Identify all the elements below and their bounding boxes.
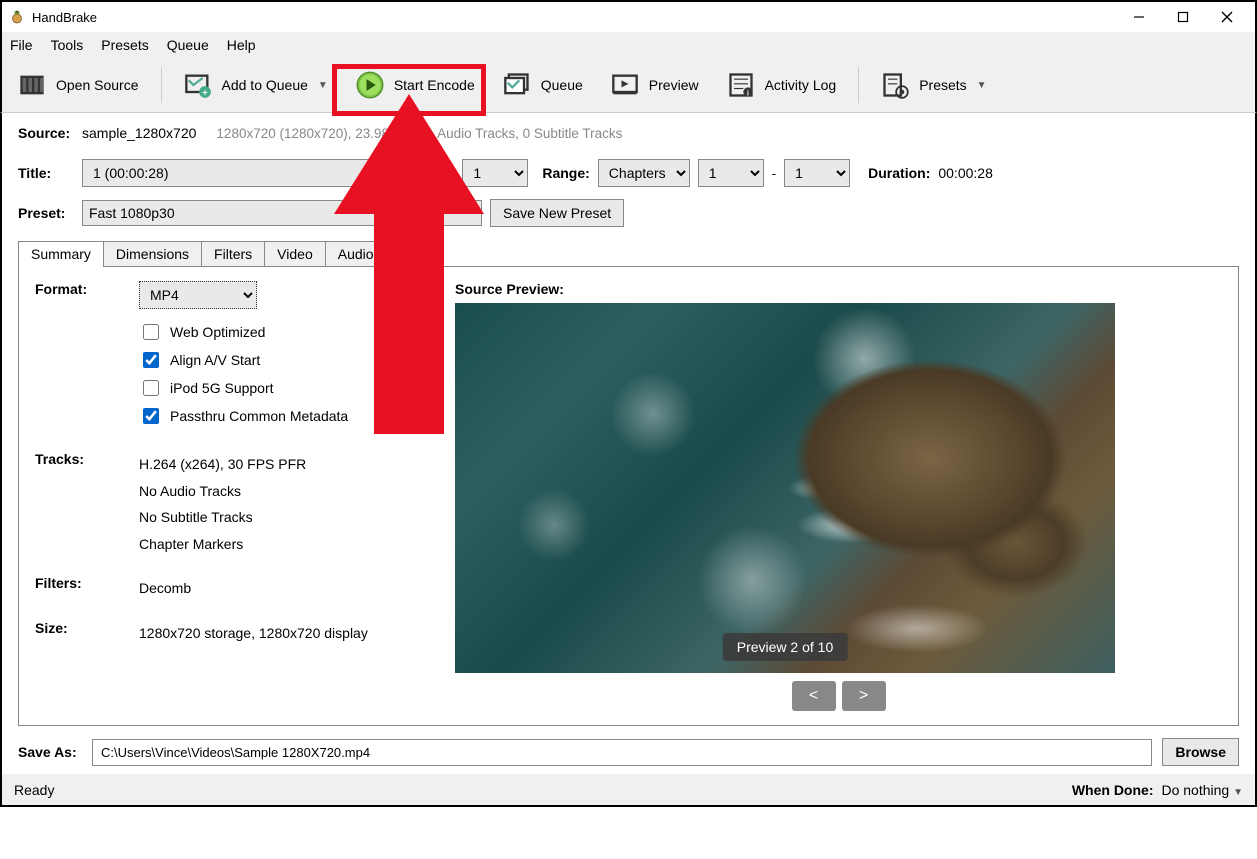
save-as-input[interactable] — [92, 739, 1152, 766]
preview-icon — [611, 71, 639, 99]
range-dash: - — [772, 166, 776, 181]
activity-log-label: Activity Log — [765, 77, 837, 93]
queue-button[interactable]: Queue — [495, 67, 591, 103]
menu-tools[interactable]: Tools — [51, 37, 84, 53]
tracks-audio: No Audio Tracks — [139, 478, 306, 505]
preset-select[interactable]: Fast 1080p30 — [82, 200, 482, 226]
play-icon — [356, 71, 384, 99]
status-bar: Ready When Done: Do nothing ▼ — [0, 774, 1257, 807]
tracks-subtitle: No Subtitle Tracks — [139, 504, 306, 531]
start-encode-label: Start Encode — [394, 77, 475, 93]
add-to-queue-button[interactable]: + Add to Queue ▼ — [176, 67, 336, 103]
preset-row: Preset: Fast 1080p30 Save New Preset — [18, 199, 1239, 227]
presets-button[interactable]: Presets ▼ — [873, 67, 994, 103]
tab-audio[interactable]: Audio — [325, 241, 387, 266]
svg-text:+: + — [202, 88, 208, 98]
when-done-label: When Done: — [1072, 782, 1154, 798]
ipod-checkbox[interactable]: iPod 5G Support — [139, 377, 348, 399]
source-label: Source: — [18, 125, 74, 141]
preview-button[interactable]: Preview — [603, 67, 707, 103]
save-as-row: Save As: Browse — [18, 738, 1239, 766]
tracks-chapter: Chapter Markers — [139, 531, 306, 558]
open-source-button[interactable]: Open Source — [10, 67, 147, 103]
filters-label: Filters: — [35, 575, 139, 591]
range-type-select[interactable]: Chapters — [598, 159, 690, 187]
app-icon — [8, 8, 26, 26]
menu-queue[interactable]: Queue — [167, 37, 209, 53]
film-icon — [18, 71, 46, 99]
menu-presets[interactable]: Presets — [101, 37, 148, 53]
range-label: Range: — [542, 165, 589, 181]
preview-next-button[interactable]: > — [842, 681, 886, 711]
tab-summary[interactable]: Summary — [18, 241, 104, 266]
menu-help[interactable]: Help — [227, 37, 256, 53]
save-preset-button[interactable]: Save New Preset — [490, 199, 624, 227]
preview-badge: Preview 2 of 10 — [723, 633, 848, 661]
minimize-button[interactable] — [1117, 3, 1161, 31]
start-encode-button[interactable]: Start Encode — [348, 67, 483, 103]
title-bar: HandBrake — [0, 0, 1257, 32]
tabs: Summary Dimensions Filters Video Audio — [18, 241, 1239, 267]
tracks-label: Tracks: — [35, 451, 139, 467]
duration-value: 00:00:28 — [938, 165, 993, 181]
format-label: Format: — [35, 281, 139, 297]
preset-value: Fast 1080p30 — [89, 205, 175, 221]
angle-label: le: — [438, 165, 454, 181]
menu-bar: File Tools Presets Queue Help — [0, 32, 1257, 58]
passthru-checkbox[interactable]: Passthru Common Metadata — [139, 405, 348, 427]
title-label: Title: — [18, 165, 74, 181]
preview-image: Preview 2 of 10 — [455, 303, 1115, 673]
title-row: Title: 1 (00:00:28) le: 1 Range: Chapter… — [18, 159, 1239, 187]
range-from-select[interactable]: 1 — [698, 159, 764, 187]
preview-label: Preview — [649, 77, 699, 93]
log-icon: i — [727, 71, 755, 99]
dropdown-icon: ▼ — [318, 80, 328, 91]
align-av-checkbox[interactable]: Align A/V Start — [139, 349, 348, 371]
tab-dimensions[interactable]: Dimensions — [103, 241, 202, 266]
web-optimized-checkbox[interactable]: Web Optimized — [139, 321, 348, 343]
toolbar-separator — [161, 67, 162, 103]
dropdown-icon: ▼ — [1233, 787, 1243, 798]
source-row: Source: sample_1280x720 1280x720 (1280x7… — [18, 125, 1239, 141]
preview-label: Source Preview: — [455, 281, 1222, 297]
dropdown-icon: ▼ — [977, 80, 987, 91]
source-info: 1280x720 (1280x720), 23.98 FPS, 1 Audio … — [216, 126, 622, 141]
presets-icon — [881, 71, 909, 99]
range-to-select[interactable]: 1 — [784, 159, 850, 187]
angle-select[interactable]: 1 — [462, 159, 528, 187]
preview-prev-button[interactable]: < — [792, 681, 836, 711]
source-name: sample_1280x720 — [82, 125, 196, 141]
duration-label: Duration: — [868, 165, 930, 181]
toolbar: Open Source + Add to Queue ▼ Start Encod… — [0, 58, 1257, 113]
menu-file[interactable]: File — [10, 37, 33, 53]
when-done-select[interactable]: Do nothing ▼ — [1161, 782, 1243, 798]
queue-icon — [503, 71, 531, 99]
preset-label: Preset: — [18, 205, 74, 221]
filters-value: Decomb — [139, 575, 191, 602]
presets-label: Presets — [919, 77, 966, 93]
size-value: 1280x720 storage, 1280x720 display — [139, 620, 368, 647]
activity-log-button[interactable]: i Activity Log — [719, 67, 845, 103]
open-source-label: Open Source — [56, 77, 139, 93]
close-button[interactable] — [1205, 3, 1249, 31]
svg-text:i: i — [747, 91, 749, 98]
format-select[interactable]: MP4 — [139, 281, 257, 309]
save-as-label: Save As: — [18, 744, 82, 760]
toolbar-separator — [858, 67, 859, 103]
window-title: HandBrake — [32, 10, 97, 25]
tab-video[interactable]: Video — [264, 241, 326, 266]
add-queue-icon: + — [184, 71, 212, 99]
size-label: Size: — [35, 620, 139, 636]
browse-button[interactable]: Browse — [1162, 738, 1239, 766]
status-text: Ready — [14, 782, 54, 798]
maximize-button[interactable] — [1161, 3, 1205, 31]
tab-filters[interactable]: Filters — [201, 241, 265, 266]
tracks-video: H.264 (x264), 30 FPS PFR — [139, 451, 306, 478]
queue-label: Queue — [541, 77, 583, 93]
tab-panel: Format: MP4 Web Optimized Align A/V Star… — [18, 267, 1239, 726]
add-to-queue-label: Add to Queue — [222, 77, 308, 93]
title-select[interactable]: 1 (00:00:28) — [82, 159, 426, 187]
